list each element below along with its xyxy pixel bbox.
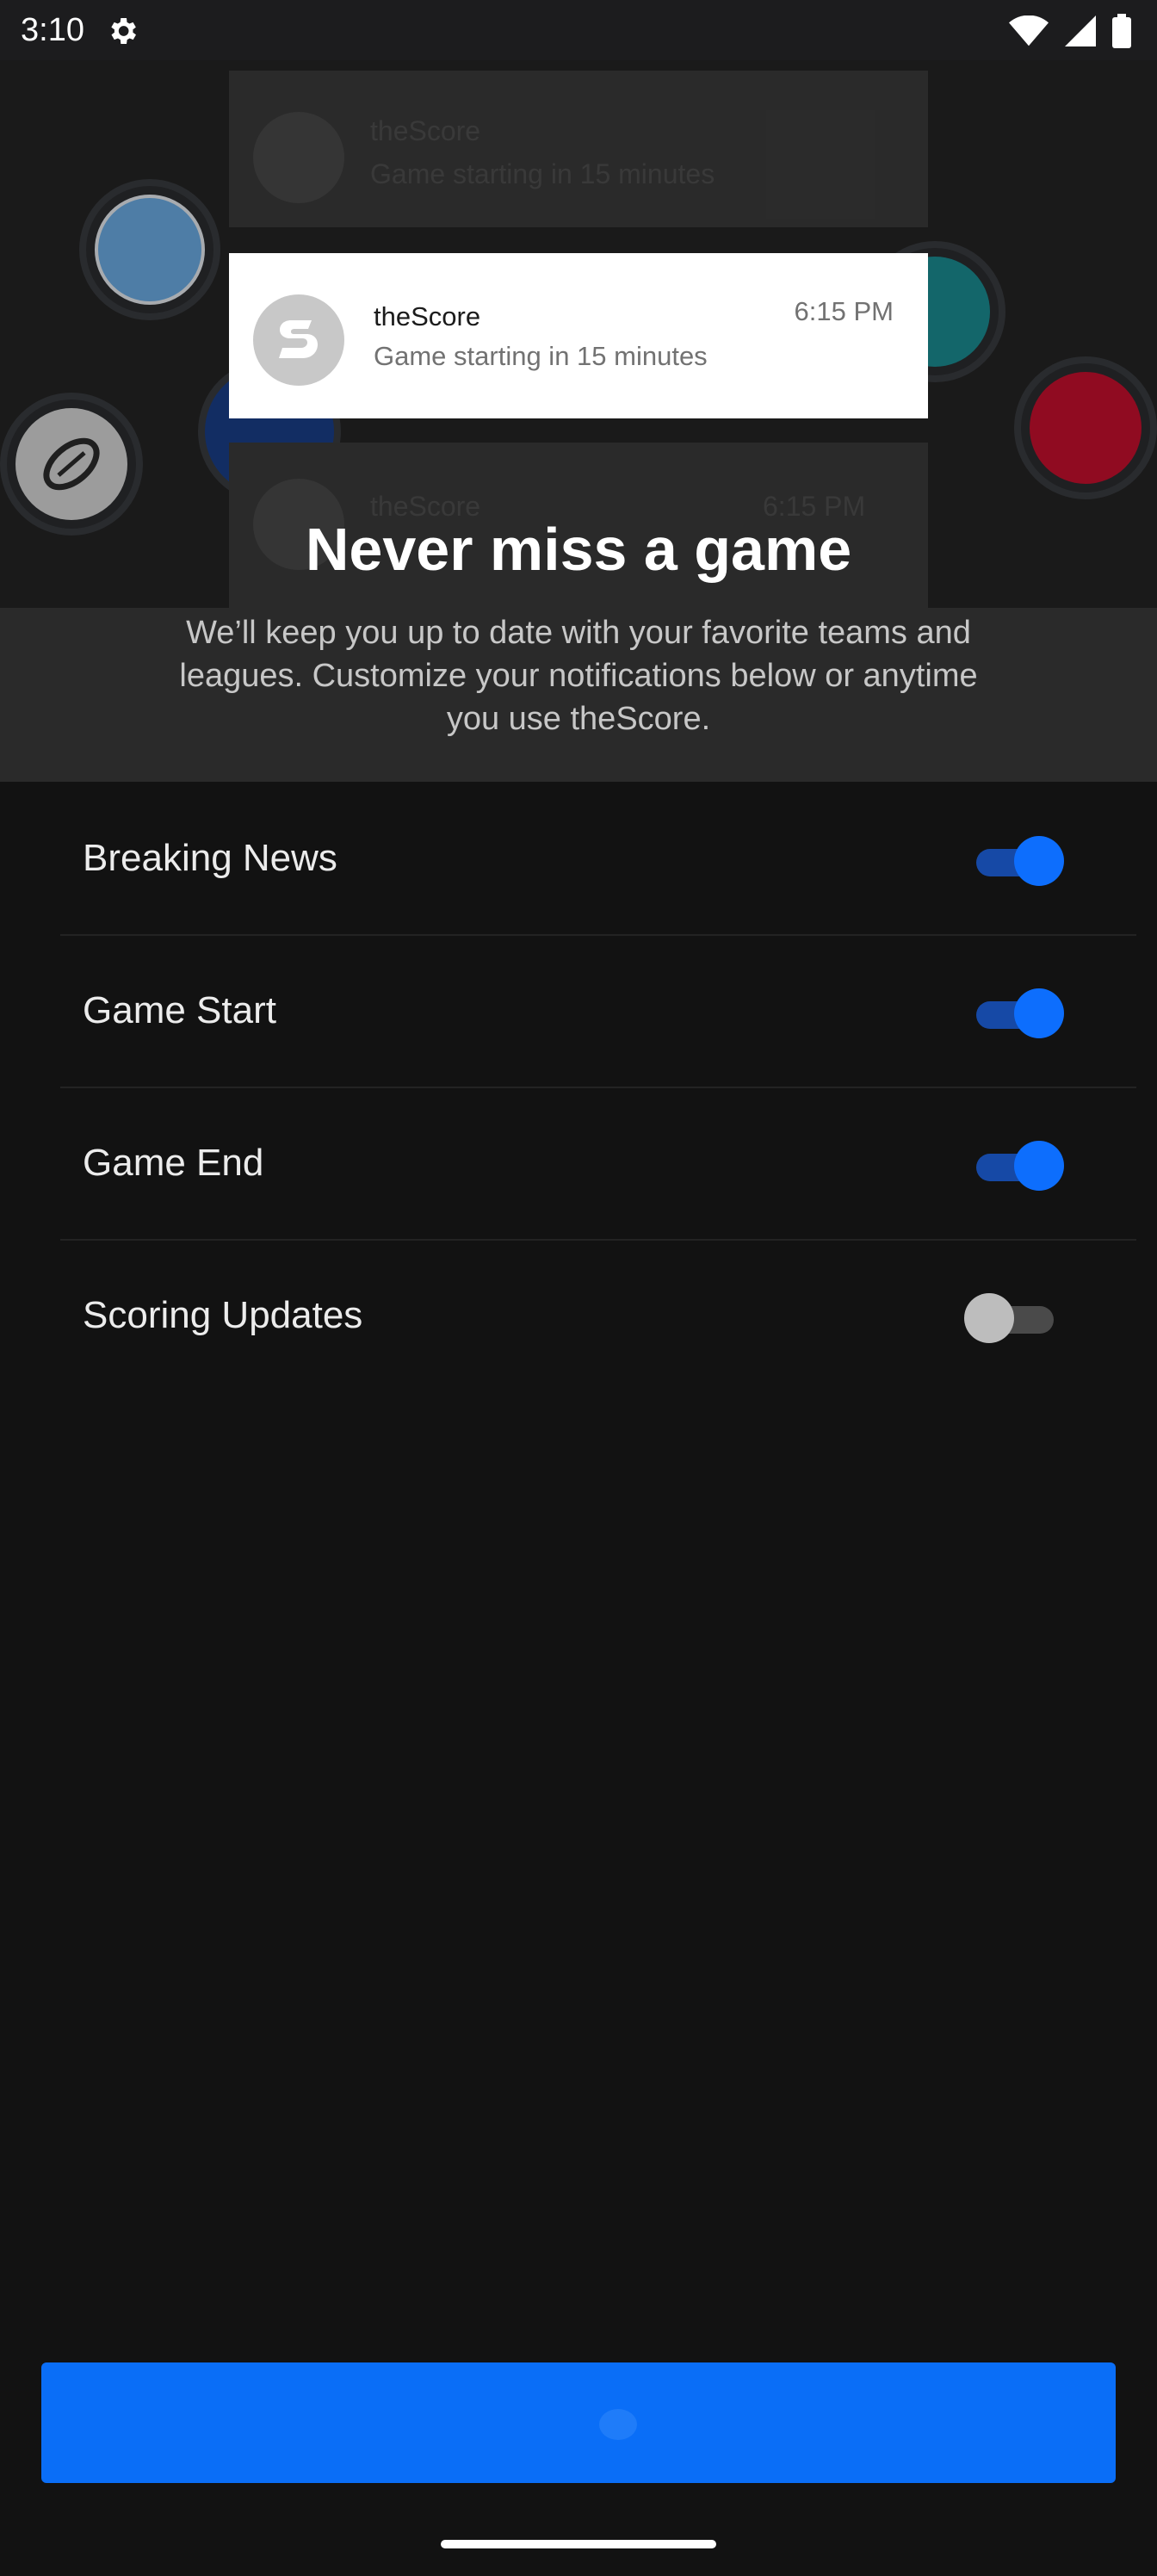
toggle-thumb: [964, 1293, 1014, 1343]
setting-row-game-end: Game End: [60, 1088, 1136, 1241]
thescore-logo-icon: [253, 294, 344, 386]
setting-row-scoring-updates: Scoring Updates: [60, 1241, 1136, 1393]
setting-label: Scoring Updates: [83, 1294, 363, 1336]
wifi-icon: [1009, 15, 1049, 46]
status-time: 3:10: [21, 12, 84, 48]
setting-label: Game End: [83, 1142, 264, 1184]
setting-label: Breaking News: [83, 837, 337, 879]
notification-card: theScore 6:15 PM Game starting in 15 min…: [229, 253, 928, 418]
notification-settings-list: Breaking News Game Start Game End Scorin…: [60, 783, 1136, 1393]
setting-row-game-start: Game Start: [60, 936, 1136, 1088]
signal-icon: [1065, 15, 1096, 46]
home-indicator[interactable]: [441, 2540, 716, 2548]
battery-icon: [1112, 14, 1131, 48]
intro-text: We’ll keep you up to date with your favo…: [179, 615, 978, 737]
scoring-updates-toggle[interactable]: [964, 1291, 1067, 1346]
toggle-thumb: [1014, 988, 1064, 1038]
breaking-news-toggle[interactable]: [964, 833, 1067, 889]
status-icons: [1009, 14, 1131, 48]
gear-icon: [111, 18, 136, 44]
toggle-thumb: [1014, 1141, 1064, 1191]
page-title: Never miss a game: [305, 516, 852, 583]
setting-label: Game Start: [83, 989, 276, 1031]
status-bar: 3:10: [0, 0, 1157, 60]
loading-spinner-icon: [599, 2409, 637, 2440]
notification-app-name: theScore: [374, 301, 481, 331]
notification-time: 6:15 PM: [794, 296, 894, 326]
setting-row-breaking-news: Breaking News: [60, 783, 1136, 936]
game-start-toggle[interactable]: [964, 986, 1067, 1041]
game-end-toggle[interactable]: [964, 1138, 1067, 1193]
intro-panel: We’ll keep you up to date with your favo…: [0, 608, 1157, 782]
continue-button[interactable]: [41, 2362, 1116, 2483]
toggle-thumb: [1014, 836, 1064, 886]
notification-body: Game starting in 15 minutes: [374, 341, 708, 371]
